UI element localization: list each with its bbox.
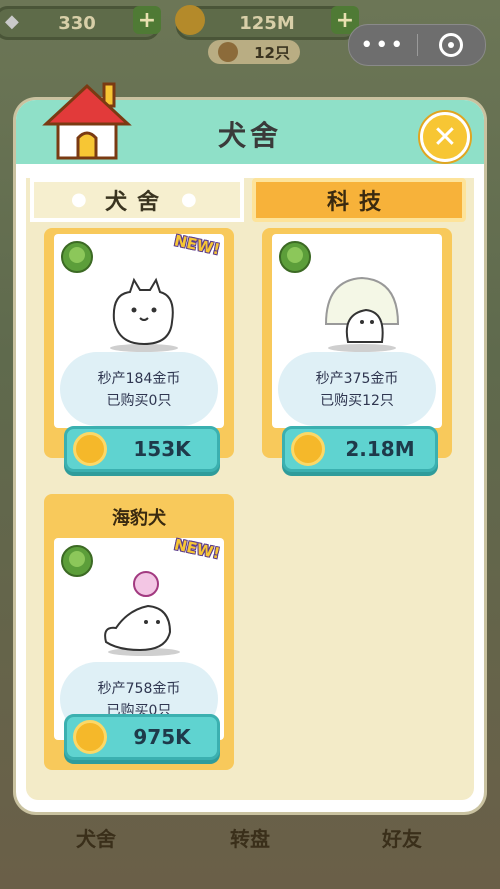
leaf-badge-icon	[61, 545, 93, 577]
dog-face-icon	[218, 42, 238, 62]
buy-button[interactable]: 975K	[64, 714, 220, 760]
record-icon	[439, 33, 464, 57]
close-miniprogram-button[interactable]	[418, 33, 486, 57]
coin-counter: 125M +	[175, 5, 359, 40]
cat-dog-icon	[110, 277, 178, 352]
coin-value: 125M	[239, 12, 295, 34]
peacock-dog-icon	[324, 276, 400, 352]
info-bubble: 秒产184金币 已购买0只	[60, 352, 218, 426]
leaf-badge-icon	[61, 241, 93, 273]
price-value: 153K	[133, 437, 191, 461]
dog-count-value: 12只	[254, 43, 290, 62]
nav-friends-label: 好友	[382, 827, 422, 851]
tab-kennel-label: 犬舍	[104, 190, 169, 215]
paw-icon: ●	[181, 189, 197, 210]
nav-wheel-label: 转盘	[230, 827, 270, 851]
dog-card: NEW! 秒产184金币 已购买0只 153K	[44, 228, 234, 472]
paw-coin-icon	[73, 720, 107, 754]
tab-kennel[interactable]: ● 犬舍 ●	[30, 178, 244, 222]
paw-coin-icon	[73, 432, 107, 466]
purchased-count: 已购买12只	[320, 393, 394, 409]
nav-kennel-button[interactable]: 犬舍	[46, 808, 146, 864]
card-panel: 秒产375金币 已购买12只	[272, 234, 442, 428]
leaf-badge-icon	[279, 241, 311, 273]
add-gems-button[interactable]: +	[133, 6, 161, 34]
nav-wheel-button[interactable]: 转盘	[200, 808, 300, 864]
purchased-count: 已购买0只	[106, 393, 172, 409]
gem-counter: ◆ 330 +	[0, 6, 161, 40]
coin-icon	[175, 5, 205, 35]
new-badge: NEW!	[172, 535, 222, 563]
bottom-nav: 犬舍 转盘 好友	[0, 808, 500, 889]
price-value: 2.18M	[345, 437, 415, 461]
gem-icon: ◆	[5, 11, 19, 32]
close-button[interactable]: ✕	[420, 112, 470, 162]
tab-tech[interactable]: 科技	[252, 178, 466, 222]
card-title: 海豹犬	[112, 508, 166, 529]
paw-coin-icon	[291, 432, 325, 466]
dog-count-badge: 12只	[208, 40, 300, 64]
doghouse-icon	[42, 82, 132, 160]
dog-card: 海豹犬 NEW! 秒产758金币 已购买0只 975K	[44, 494, 234, 770]
kennel-modal: 犬舍 ✕ ● 犬舍 ● 科技 NEW! 秒产184金币 已购买0只 153K 秒…	[16, 82, 484, 812]
production-rate: 秒产184金币	[97, 371, 181, 387]
miniprogram-capsule: •••	[348, 24, 486, 66]
info-bubble: 秒产375金币 已购买12只	[278, 352, 436, 426]
production-rate: 秒产758金币	[97, 681, 181, 697]
modal-body: ● 犬舍 ● 科技 NEW! 秒产184金币 已购买0只 153K 秒产375金…	[26, 178, 474, 800]
price-value: 975K	[133, 725, 191, 749]
buy-button[interactable]: 2.18M	[282, 426, 438, 472]
nav-friends-button[interactable]: 好友	[352, 808, 452, 864]
seal-dog-icon	[104, 571, 180, 656]
gem-value: 330	[58, 12, 96, 34]
production-rate: 秒产375金币	[315, 371, 399, 387]
buy-button[interactable]: 153K	[64, 426, 220, 472]
card-panel: NEW! 秒产184金币 已购买0只	[54, 231, 224, 428]
new-badge: NEW!	[172, 231, 222, 259]
card-panel: NEW! 秒产758金币 已购买0只	[54, 535, 224, 740]
paw-icon: ●	[70, 189, 87, 210]
dog-card: 秒产375金币 已购买12只 2.18M	[262, 228, 452, 472]
nav-kennel-label: 犬舍	[76, 827, 116, 851]
more-menu-icon[interactable]: •••	[349, 33, 417, 58]
tab-tech-label: 科技	[326, 190, 391, 215]
